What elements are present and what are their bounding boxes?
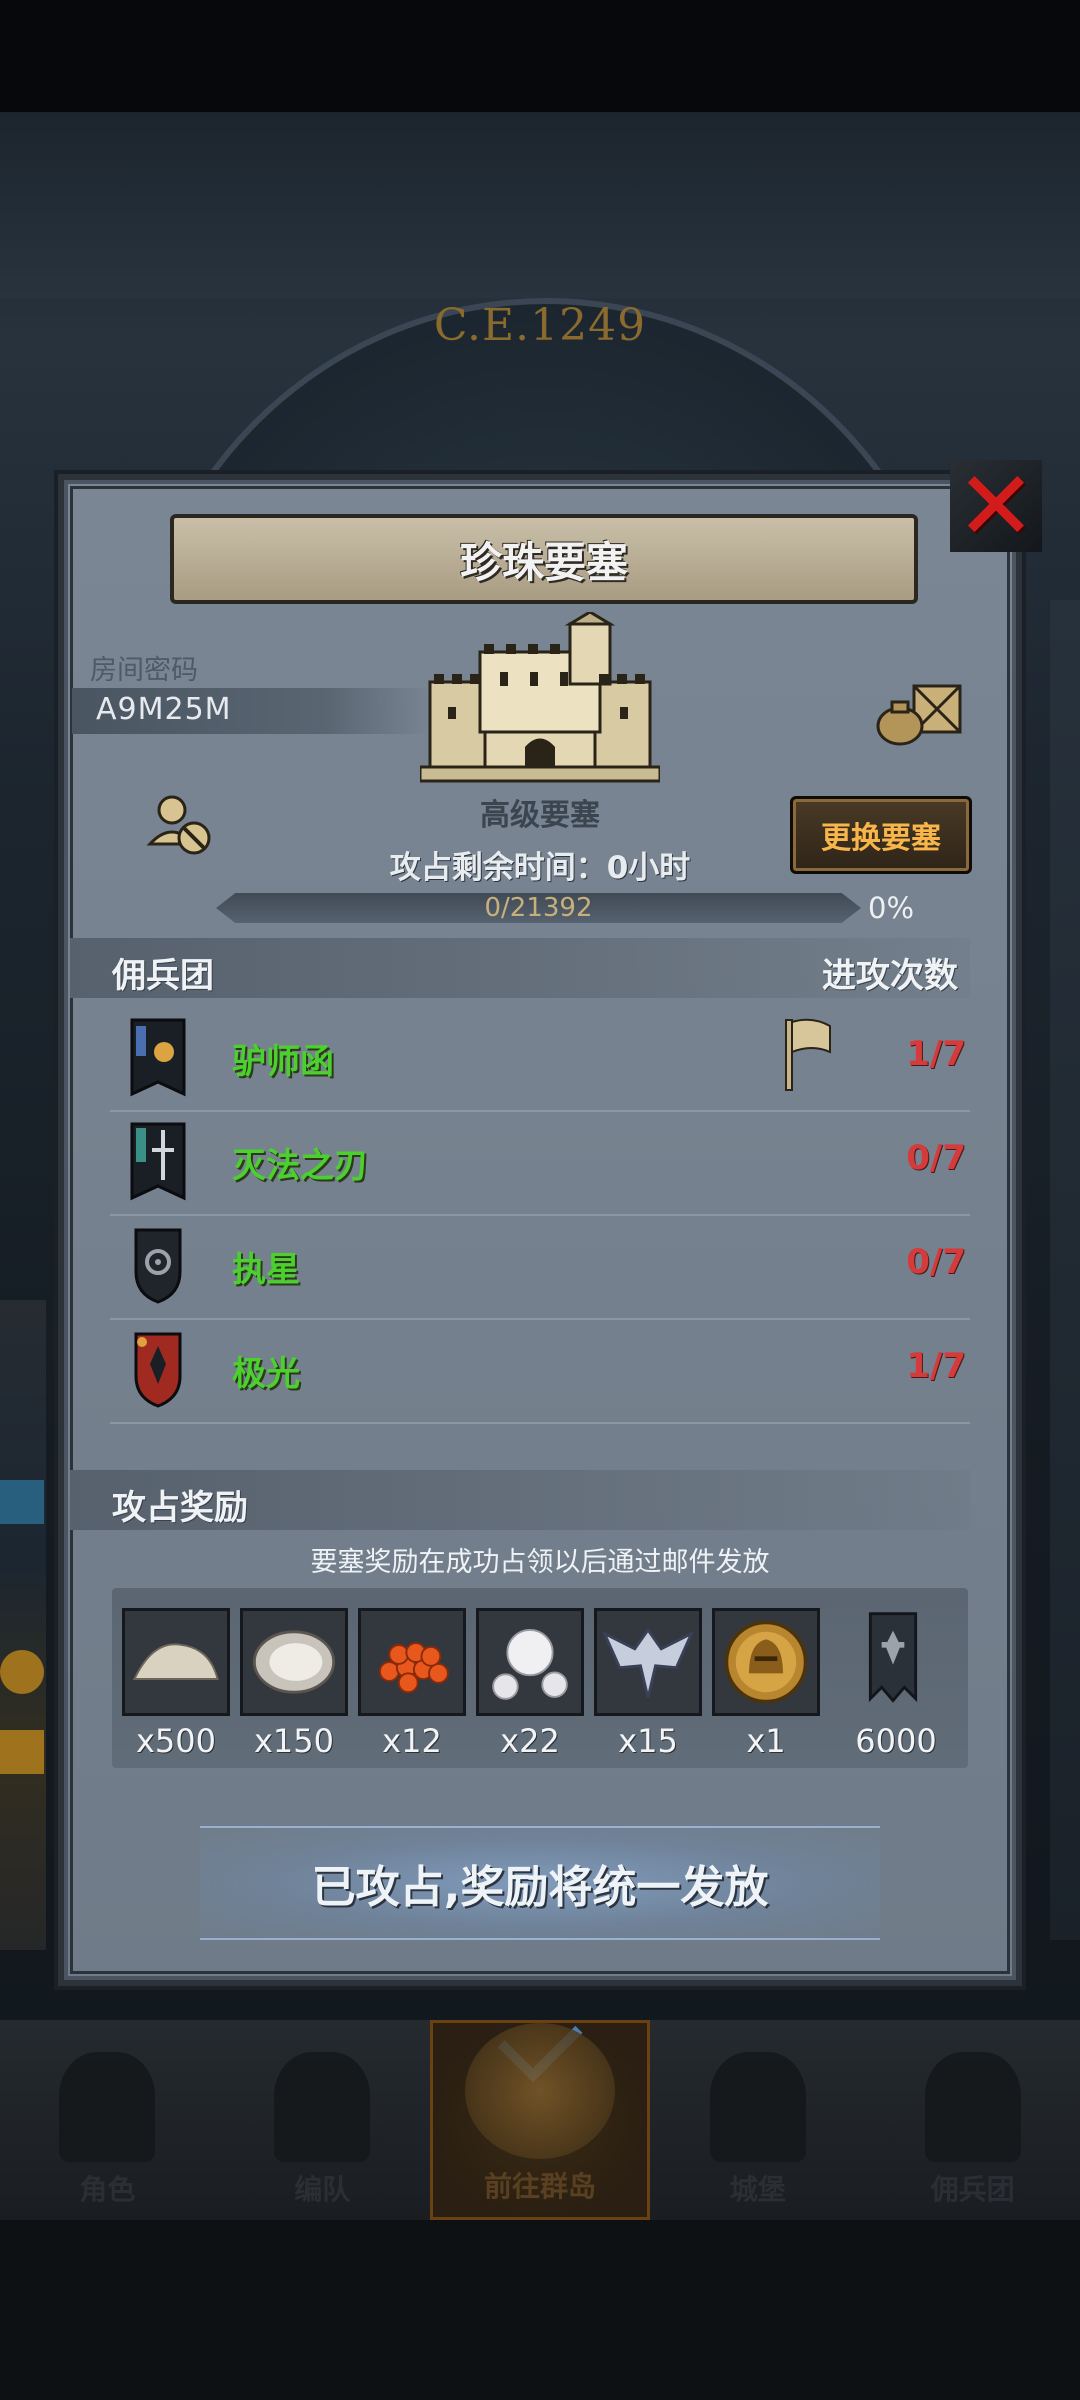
- nav-archipelago[interactable]: 前往群岛: [429, 1997, 651, 2220]
- reward-tile: [712, 1608, 820, 1716]
- nav-label: 城堡: [729, 2173, 786, 2206]
- supply-crate-icon[interactable]: [876, 678, 966, 748]
- mercenary-banner-icon: [130, 1122, 186, 1201]
- wing-badge-icon: [601, 1627, 695, 1699]
- attack-count: 0/7: [906, 1242, 966, 1282]
- nav-label: 编队: [294, 2173, 351, 2206]
- close-icon: ✕: [955, 450, 1037, 562]
- reward-header: 攻占奖励: [112, 1488, 248, 1528]
- nav-mercenary[interactable]: 佣兵团: [865, 2020, 1080, 2220]
- reward-qty: x1: [746, 1722, 786, 1760]
- reward-note: 要塞奖励在成功占领以后通过邮件发放: [310, 1547, 770, 1578]
- side-button-3[interactable]: [0, 1730, 44, 1774]
- compass-icon: [464, 2023, 615, 2159]
- mercenary-row[interactable]: 极光 1/7: [110, 1318, 970, 1424]
- progress-text: 0/21392: [484, 893, 593, 923]
- occupy-time-text: 攻占剩余时间：0小时: [389, 850, 691, 886]
- reward-qty: x15: [618, 1722, 678, 1760]
- reward-qty: x12: [382, 1722, 442, 1760]
- helmet-coin-icon: [724, 1620, 808, 1704]
- banner-icon: [868, 1612, 918, 1703]
- bottom-nav: 角色 编队 前往群岛 城堡 佣兵团: [0, 1997, 1080, 2220]
- reward-tile: [240, 1608, 348, 1716]
- year-label: C.E.1249: [433, 300, 647, 351]
- game-screen: C.E.1249 角色 编队 前往群岛 城堡 佣兵团 ✕ 珍珠要塞 房间密码 A…: [0, 0, 1080, 2400]
- ship-icon: [924, 2052, 1021, 2162]
- top-band: [0, 112, 1080, 298]
- reward-tile: [122, 1608, 230, 1716]
- reward-item[interactable]: x1: [712, 1608, 820, 1760]
- mercenary-name: 灭法之刃: [232, 1146, 368, 1186]
- mercenary-row[interactable]: 灭法之刃 0/7: [110, 1110, 970, 1216]
- castle-icon: [709, 2052, 806, 2162]
- nav-label: 前往群岛: [483, 2170, 596, 2203]
- reward-qty: x22: [500, 1722, 560, 1760]
- knight-icon: [59, 2052, 156, 2162]
- sand-icon: [132, 1643, 219, 1680]
- room-code-value[interactable]: A9M25M: [96, 692, 232, 727]
- reward-item[interactable]: x150: [240, 1608, 348, 1760]
- reward-item[interactable]: x12: [358, 1608, 466, 1760]
- nav-label: 佣兵团: [930, 2173, 1015, 2206]
- attack-count: 0/7: [906, 1138, 966, 1178]
- castle-icon: [420, 612, 660, 783]
- mercenary-banner-icon: [130, 1018, 186, 1097]
- roe-icon: [378, 1642, 449, 1694]
- reward-item[interactable]: x15: [594, 1608, 702, 1760]
- reward-item[interactable]: 6000: [842, 1608, 950, 1760]
- dialog-title: 珍珠要塞: [459, 537, 628, 587]
- reward-qty: x150: [253, 1722, 334, 1760]
- mercenary-header: 佣兵团: [112, 956, 214, 996]
- helmet-icon: [274, 2052, 371, 2162]
- pearl-icon: [492, 1628, 568, 1700]
- mercenary-shield-icon: [134, 1332, 182, 1408]
- nav-formation[interactable]: 编队: [215, 2020, 430, 2220]
- reward-item[interactable]: x22: [476, 1608, 584, 1760]
- title-banner: 珍珠要塞: [170, 514, 918, 604]
- reward-qty: 6000: [855, 1722, 937, 1760]
- left-side-menu: [0, 1300, 46, 1950]
- mercenary-shield-icon: [134, 1228, 182, 1304]
- progress-percent: 0%: [868, 891, 915, 925]
- flag-icon: [785, 1018, 831, 1091]
- attack-count-header: 进攻次数: [822, 956, 958, 996]
- reward-tile: [594, 1608, 702, 1716]
- conquered-button[interactable]: 已攻占,奖励将统一发放: [200, 1826, 880, 1940]
- nav-castle[interactable]: 城堡: [650, 2020, 865, 2220]
- nav-role[interactable]: 角色: [0, 2020, 215, 2220]
- reward-qty: x500: [135, 1722, 216, 1760]
- attack-count: 1/7: [906, 1034, 966, 1074]
- mercenary-name: 极光: [232, 1354, 300, 1394]
- reward-tile: [842, 1608, 950, 1716]
- reward-item[interactable]: x500: [122, 1608, 230, 1760]
- side-button-1[interactable]: [0, 1480, 44, 1524]
- nav-label: 角色: [79, 2173, 136, 2206]
- conquered-label: 已攻占,奖励将统一发放: [311, 1862, 769, 1913]
- attack-count: 1/7: [906, 1346, 966, 1386]
- room-code-label: 房间密码: [90, 655, 198, 686]
- bottom-dark-area: [0, 2220, 1080, 2400]
- reward-tile: [358, 1608, 466, 1716]
- side-button-2[interactable]: [0, 1650, 44, 1694]
- mercenary-row[interactable]: 驴师函 1/7: [110, 1006, 970, 1112]
- mercenary-name: 驴师函: [232, 1042, 334, 1082]
- close-button[interactable]: ✕: [950, 450, 1042, 562]
- reward-tile: [476, 1608, 584, 1716]
- mercenary-name: 执星: [232, 1250, 300, 1290]
- oyster-icon: [252, 1630, 336, 1694]
- mercenary-row[interactable]: 执星 0/7: [110, 1214, 970, 1320]
